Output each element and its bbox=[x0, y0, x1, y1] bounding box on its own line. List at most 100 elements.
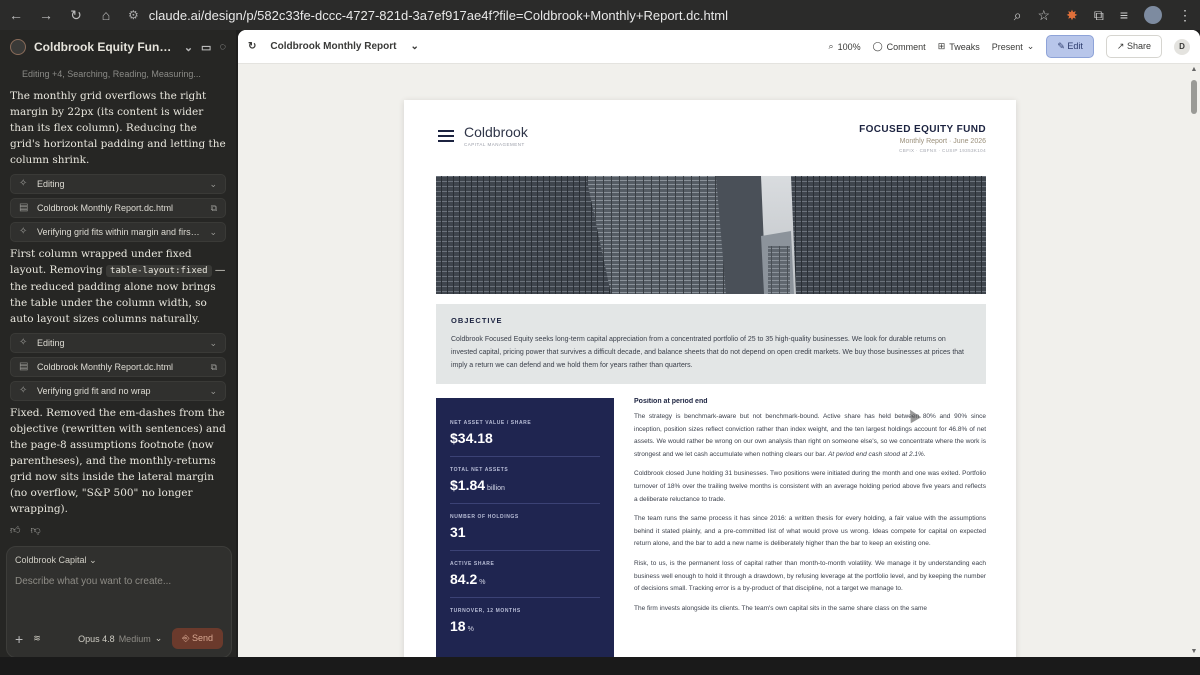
doc-title[interactable]: Coldbrook Monthly Report bbox=[270, 41, 396, 52]
bell-icon[interactable]: ◌ bbox=[219, 41, 226, 53]
objective-heading: OBJECTIVE bbox=[451, 316, 503, 325]
stat-label: TURNOVER, 12 MONTHS bbox=[450, 608, 521, 614]
extension-icon[interactable]: ✸ bbox=[1066, 7, 1078, 24]
scroll-down-icon[interactable]: ▼ bbox=[1190, 648, 1198, 655]
chat-thread: Editing +4, Searching, Reading, Measurin… bbox=[0, 64, 236, 539]
thumbs-up-icon[interactable]: 👍︎ bbox=[10, 523, 20, 539]
share-label: Share bbox=[1126, 41, 1151, 51]
panel-toggle-icon[interactable]: ▭ bbox=[201, 41, 211, 54]
tool-pill-editing[interactable]: ✧ Editing ⌄ bbox=[10, 333, 226, 353]
voice-icon[interactable]: ≋ bbox=[33, 633, 41, 644]
file-icon: ▤ bbox=[19, 361, 29, 372]
pill-label: Verifying grid fit and no wrap bbox=[37, 386, 151, 396]
tweaks-button[interactable]: ⊞ Tweaks bbox=[938, 41, 980, 52]
more-icon[interactable]: ⋮ bbox=[1178, 7, 1192, 24]
stat-value: 18% bbox=[450, 618, 600, 634]
section-heading: Position at period end bbox=[634, 398, 708, 405]
send-icon: ⎆ bbox=[182, 633, 190, 643]
share-icon: ↗ bbox=[1116, 41, 1125, 51]
chevron-down-icon: ⌄ bbox=[1026, 41, 1035, 51]
comment-label: Comment bbox=[886, 41, 926, 52]
share-button[interactable]: ↗ Share bbox=[1105, 35, 1162, 58]
refresh-icon[interactable]: ↻ bbox=[248, 41, 256, 52]
zoom-control[interactable]: ⌕ 100% bbox=[829, 41, 861, 52]
open-external-icon[interactable]: ⧉ bbox=[211, 200, 217, 216]
skyscraper-image bbox=[436, 176, 986, 294]
edit-button[interactable]: ✎ Edit bbox=[1046, 35, 1094, 58]
search-icon[interactable]: ⌕ bbox=[1014, 7, 1022, 24]
comment-button[interactable]: ◯ Comment bbox=[873, 41, 926, 52]
brand-subtitle: CAPITAL MANAGEMENT bbox=[464, 142, 525, 147]
star-icon[interactable]: ☆ bbox=[1038, 7, 1051, 24]
profile-avatar[interactable] bbox=[1144, 6, 1162, 24]
present-button[interactable]: Present ⌄ bbox=[992, 41, 1035, 52]
chevron-down-icon[interactable]: ⌄ bbox=[411, 41, 419, 52]
objective-text: Coldbrook Focused Equity seeks long-term… bbox=[451, 336, 964, 369]
stat-turnover: TURNOVER, 12 MONTHS 18% bbox=[450, 608, 600, 634]
stat-label: ACTIVE SHARE bbox=[450, 561, 495, 567]
forward-icon[interactable]: → bbox=[38, 7, 54, 23]
stat-value: $34.18 bbox=[450, 430, 600, 446]
assistant-message: The monthly grid overflows the right mar… bbox=[10, 90, 226, 166]
thumbs-down-icon[interactable]: 👎︎ bbox=[30, 523, 40, 539]
stat-value: 84.2% bbox=[450, 571, 600, 587]
chevron-down-icon[interactable]: ⌄ bbox=[184, 41, 193, 54]
preview-canvas[interactable]: Coldbrook CAPITAL MANAGEMENT FOCUSED EQU… bbox=[238, 64, 1200, 657]
report-page: Coldbrook CAPITAL MANAGEMENT FOCUSED EQU… bbox=[404, 100, 1016, 657]
sparkle-icon: ✧ bbox=[19, 178, 28, 189]
model-selector[interactable]: Opus 4.8 Medium ⌄ bbox=[78, 633, 162, 644]
send-label: Send bbox=[191, 633, 213, 643]
url-text: claude.ai/design/p/582c33fe-dccc-4727-82… bbox=[148, 7, 729, 23]
design-toolbar: ↻ Coldbrook Monthly Report ⌄ ⌕ 100% ◯ Comm… bbox=[238, 30, 1200, 64]
status-line: Editing +4, Searching, Reading, Measurin… bbox=[22, 69, 201, 79]
key-stats-panel: NET ASSET VALUE / SHARE $34.18 TOTAL NET… bbox=[436, 398, 614, 657]
plus-icon[interactable]: + bbox=[15, 631, 23, 647]
send-button[interactable]: ⎆ Send bbox=[172, 628, 223, 649]
stat-number: 84.2 bbox=[450, 571, 478, 587]
doc-title-area: ↻ Coldbrook Monthly Report ⌄ bbox=[248, 41, 817, 52]
stat-unit: % bbox=[467, 626, 474, 633]
scroll-thumb[interactable] bbox=[1191, 80, 1197, 114]
file-pill[interactable]: ▤ Coldbrook Monthly Report.dc.html ⧉ bbox=[10, 357, 226, 377]
tool-pill-verifying[interactable]: ✧ Verifying grid fit and no wrap ⌄ bbox=[10, 381, 226, 401]
model-tier: Medium bbox=[118, 633, 151, 644]
stat-total-net-assets: TOTAL NET ASSETS $1.84 billion bbox=[450, 467, 600, 504]
browser-nav: ← → ↻ ⌂ bbox=[8, 7, 114, 24]
site-info-icon[interactable]: ⚙ bbox=[128, 8, 139, 22]
scroll-up-icon[interactable]: ▲ bbox=[1190, 66, 1198, 73]
stat-value: 31 bbox=[450, 524, 600, 540]
composer: Coldbrook Capital ⌄ Describe what you wa… bbox=[6, 546, 232, 658]
back-icon[interactable]: ← bbox=[8, 7, 24, 23]
sparkle-icon: ✧ bbox=[19, 337, 28, 348]
tool-pill-editing[interactable]: ✧ Editing ⌄ bbox=[10, 174, 226, 194]
address-bar[interactable]: ⚙ claude.ai/design/p/582c33fe-dccc-4727-… bbox=[128, 8, 1002, 23]
pencil-icon: ✎ bbox=[1057, 41, 1065, 51]
stat-label: NUMBER OF HOLDINGS bbox=[450, 514, 519, 520]
prompt-input[interactable]: Describe what you want to create... bbox=[7, 566, 231, 587]
sparkle-icon: ✧ bbox=[19, 385, 28, 396]
divider bbox=[450, 456, 600, 457]
stat-unit: % bbox=[479, 579, 486, 586]
scrollbar[interactable]: ▲ ▼ bbox=[1190, 66, 1198, 655]
project-title[interactable]: Coldbrook Equity Fund Re... bbox=[34, 40, 176, 54]
open-external-icon[interactable]: ⧉ bbox=[211, 359, 217, 375]
design-panel: ↻ Coldbrook Monthly Report ⌄ ⌕ 100% ◯ Comm… bbox=[238, 30, 1200, 657]
report-header: Coldbrook CAPITAL MANAGEMENT FOCUSED EQU… bbox=[436, 122, 986, 162]
report-body: Position at period end The strategy is b… bbox=[634, 398, 986, 657]
model-name: Opus 4.8 bbox=[78, 633, 115, 644]
project-selector[interactable]: Coldbrook Capital ⌄ bbox=[7, 547, 231, 566]
divider bbox=[450, 597, 600, 598]
extensions-puzzle-icon[interactable]: ⧉ bbox=[1094, 7, 1104, 24]
stat-value: $1.84 billion bbox=[450, 477, 600, 493]
home-icon[interactable]: ⌂ bbox=[98, 7, 114, 23]
present-label: Present bbox=[991, 41, 1023, 52]
file-icon: ▤ bbox=[19, 202, 29, 213]
playlist-icon[interactable]: ≡ bbox=[1120, 7, 1128, 23]
body-paragraph: Coldbrook closed June holding 31 busines… bbox=[634, 470, 986, 503]
file-pill[interactable]: ▤ Coldbrook Monthly Report.dc.html ⧉ bbox=[10, 198, 226, 218]
user-avatar[interactable]: D bbox=[1174, 38, 1190, 55]
reload-icon[interactable]: ↻ bbox=[68, 7, 84, 23]
tool-pill-verifying[interactable]: ✧ Verifying grid fits within margin and f… bbox=[10, 222, 226, 242]
stat-holdings: NUMBER OF HOLDINGS 31 bbox=[450, 514, 600, 551]
stat-nav: NET ASSET VALUE / SHARE $34.18 bbox=[450, 420, 600, 457]
